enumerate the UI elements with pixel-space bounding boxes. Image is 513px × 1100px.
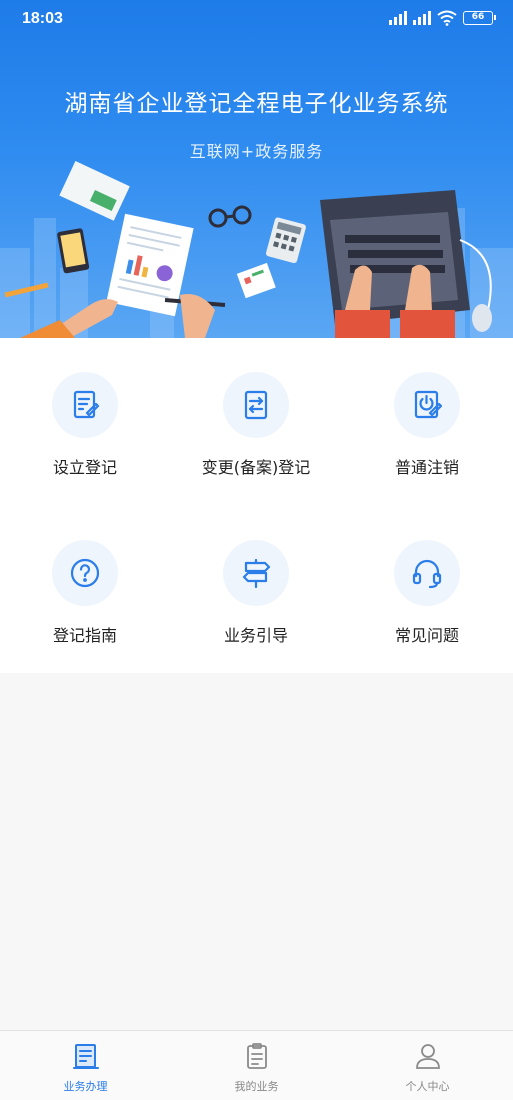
tab-label: 我的业务 — [234, 1080, 279, 1093]
business-document-icon — [72, 1044, 99, 1069]
banner-title: 湖南省企业登记全程电子化业务系统 — [64, 91, 449, 117]
signal-icon — [413, 11, 431, 25]
tab-label: 个人中心 — [405, 1080, 450, 1093]
grid-item-setup-registration[interactable]: 设立登记 — [0, 372, 170, 502]
tab-my-business[interactable]: 我的业务 — [171, 1031, 342, 1100]
phone-illustration — [57, 228, 90, 274]
grid-item-faq[interactable]: 常见问题 — [342, 540, 512, 670]
tab-personal-center[interactable]: 个人中心 — [342, 1031, 513, 1100]
calculator-illustration — [266, 217, 306, 264]
grid-item-label: 业务引导 — [223, 626, 288, 645]
grid-item-change-registration[interactable]: 变更(备案)登记 — [171, 372, 341, 502]
edit-document-icon — [52, 372, 118, 438]
bottom-tab-bar: 业务办理 我的业务 个人中心 — [0, 1030, 513, 1100]
user-icon — [415, 1044, 440, 1069]
banner-subtitle: 互联网+政务服务 — [189, 142, 324, 161]
service-grid: 设立登记 变更(备案)登记 普通注销 登记指南 业务引导 常见问题 — [0, 338, 513, 673]
tab-business-handling[interactable]: 业务办理 — [0, 1031, 171, 1100]
office-illustration — [4, 161, 492, 338]
chart-card-illustration — [236, 262, 276, 299]
status-time: 18:03 — [22, 10, 63, 27]
glasses-illustration — [208, 205, 252, 228]
battery-icon: 66 — [463, 11, 496, 25]
signal-icon — [389, 11, 407, 25]
tab-label: 业务办理 — [63, 1080, 108, 1093]
headset-icon — [394, 540, 460, 606]
wifi-icon — [437, 10, 457, 26]
status-icons: 66 — [389, 10, 496, 26]
grid-item-label: 变更(备案)登记 — [201, 458, 311, 477]
power-document-icon — [394, 372, 460, 438]
grid-item-label: 设立登记 — [52, 458, 117, 477]
status-bar: 18:03 66 — [0, 0, 513, 38]
grid-item-label: 常见问题 — [394, 626, 459, 645]
grid-item-label: 登记指南 — [52, 626, 117, 645]
grid-item-registration-guide[interactable]: 登记指南 — [0, 540, 170, 670]
grid-item-cancellation[interactable]: 普通注销 — [342, 372, 512, 502]
change-document-icon — [223, 372, 289, 438]
clipboard-icon — [246, 1043, 267, 1069]
signpost-icon — [223, 540, 289, 606]
envelope-illustration — [59, 161, 130, 221]
grid-item-label: 普通注销 — [394, 458, 459, 477]
grid-item-business-guidance[interactable]: 业务引导 — [171, 540, 341, 670]
question-circle-icon — [52, 540, 118, 606]
banner: 18:03 66 湖南省企业登记全程电子化业务系统 互联网+政务服务 — [0, 0, 513, 338]
